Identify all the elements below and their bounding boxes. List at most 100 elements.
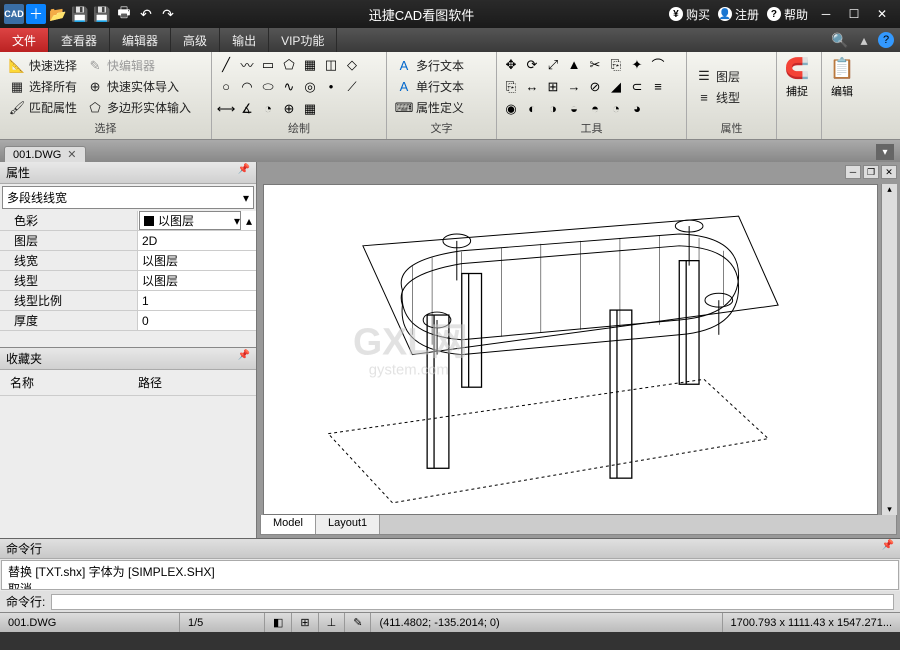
fav-col-path[interactable]: 路径 — [138, 374, 162, 391]
circle-icon[interactable]: ○ — [218, 79, 234, 95]
offset-icon[interactable]: ⎘ — [608, 57, 624, 73]
tab-file[interactable]: 文件 — [0, 28, 49, 52]
prop-lscale-value[interactable]: 1 — [138, 294, 256, 308]
snap-button[interactable]: 🧲 捕捉 — [779, 54, 815, 99]
pin-icon[interactable]: 📌 — [238, 350, 250, 367]
tool5-icon[interactable]: ◓ — [587, 101, 603, 117]
status-toggle3[interactable]: ⊥ — [319, 613, 346, 632]
prop-thick-value[interactable]: 0 — [138, 314, 256, 328]
stext-button[interactable]: A单行文本 — [393, 77, 467, 96]
poly-icon[interactable]: ⬠ — [281, 57, 297, 73]
scale-icon[interactable]: ⤢ — [545, 57, 561, 73]
tab-viewer[interactable]: 查看器 — [49, 28, 110, 52]
status-toggle4[interactable]: ✎ — [345, 613, 371, 632]
arc-icon[interactable]: ◠ — [239, 79, 255, 95]
mirror-icon[interactable]: ▲ — [566, 57, 582, 73]
hatch-icon[interactable]: ▦ — [302, 57, 318, 73]
prop-ltype-value[interactable]: 以图层 — [138, 272, 256, 289]
saveas-icon[interactable]: 💾 — [92, 4, 112, 24]
mtext-button[interactable]: A多行文本 — [393, 56, 467, 75]
prop-layer-value[interactable]: 2D — [138, 234, 256, 248]
buy-link[interactable]: ¥购买 — [669, 6, 710, 23]
quick-select-button[interactable]: 📐快速选择 — [6, 56, 80, 75]
match-props-button[interactable]: 🖌匹配属性 — [6, 98, 80, 117]
command-input[interactable] — [51, 594, 894, 610]
tab-output[interactable]: 输出 — [220, 28, 269, 52]
dim3-icon[interactable]: ◔ — [260, 101, 276, 117]
rect-icon[interactable]: ▭ — [260, 57, 276, 73]
layer-button[interactable]: ☰图层 — [693, 67, 743, 86]
polyline-icon[interactable]: 〰 — [239, 57, 255, 73]
ltype-button[interactable]: ≡线型 — [693, 88, 743, 107]
undo-icon[interactable]: ↶ — [136, 4, 156, 24]
spline-icon[interactable]: ∿ — [281, 79, 297, 95]
maximize-button[interactable]: ☐ — [844, 5, 864, 23]
chamfer-icon[interactable]: ◢ — [608, 79, 624, 95]
tab-advanced[interactable]: 高级 — [171, 28, 220, 52]
dim2-icon[interactable]: ∡ — [239, 101, 255, 117]
document-tab[interactable]: 001.DWG ✕ — [4, 146, 86, 162]
help-link[interactable]: ?帮助 — [767, 6, 808, 23]
poly-entity-input-button[interactable]: ⬠多边形实体输入 — [84, 98, 194, 117]
redo-icon[interactable]: ↷ — [158, 4, 178, 24]
move-icon[interactable]: ✥ — [503, 57, 519, 73]
trim-icon[interactable]: ✂ — [587, 57, 603, 73]
viewport-close-icon[interactable]: ✕ — [881, 165, 897, 179]
table-icon[interactable]: ▦ — [302, 101, 318, 117]
attdef-button[interactable]: ⌨属性定义 — [393, 98, 467, 117]
ribbon-toggle-icon[interactable]: ▴ — [854, 30, 874, 50]
tool4-icon[interactable]: ◒ — [566, 101, 582, 117]
status-toggle1[interactable]: ◧ — [265, 613, 292, 632]
tool3-icon[interactable]: ◑ — [545, 101, 561, 117]
dim4-icon[interactable]: ⊕ — [281, 101, 297, 117]
donut-icon[interactable]: ◎ — [302, 79, 318, 95]
open-icon[interactable]: 📂 — [48, 4, 68, 24]
array-icon[interactable]: ⊞ — [545, 79, 561, 95]
quick-entity-import-button[interactable]: ⊕快速实体导入 — [84, 77, 194, 96]
vertical-scrollbar[interactable]: ▴▾ — [881, 184, 897, 515]
viewport-max-icon[interactable]: ❐ — [863, 165, 879, 179]
line-icon[interactable]: ╱ — [218, 57, 234, 73]
rotate-icon[interactable]: ⟳ — [524, 57, 540, 73]
tab-layout1[interactable]: Layout1 — [316, 515, 380, 534]
tab-dropdown-icon[interactable]: ▾ — [876, 144, 894, 160]
quick-editor-button[interactable]: ✎快编辑器 — [84, 56, 194, 75]
status-toggle2[interactable]: ⊞ — [292, 613, 318, 632]
xline-icon[interactable]: ⟋ — [344, 79, 360, 95]
close-button[interactable]: ✕ — [872, 5, 892, 23]
selection-dropdown[interactable]: 多段线线宽▾ — [2, 186, 254, 209]
save-icon[interactable]: 💾 — [70, 4, 90, 24]
fav-col-name[interactable]: 名称 — [0, 374, 138, 391]
join-icon[interactable]: ⊂ — [629, 79, 645, 95]
prop-lweight-value[interactable]: 以图层 — [138, 252, 256, 269]
copy-icon[interactable]: ⎘ — [503, 79, 519, 95]
scroll-up-icon[interactable]: ▴ — [242, 214, 256, 228]
fillet-icon[interactable]: ⌒ — [650, 57, 666, 73]
tool7-icon[interactable]: ◕ — [629, 101, 645, 117]
tab-model[interactable]: Model — [261, 515, 316, 534]
tool2-icon[interactable]: ◐ — [524, 101, 540, 117]
select-all-button[interactable]: ▦选择所有 — [6, 77, 80, 96]
break-icon[interactable]: ⊘ — [587, 79, 603, 95]
search-icon[interactable]: 🔍 — [830, 30, 850, 50]
prop-color-value[interactable]: 以图层▾ — [139, 211, 241, 230]
boundary-icon[interactable]: ◇ — [344, 57, 360, 73]
drawing-canvas[interactable]: GXL网 gystem.com — [263, 184, 878, 515]
pin-icon[interactable]: 📌 — [882, 540, 894, 557]
close-tab-icon[interactable]: ✕ — [67, 148, 76, 161]
tab-vip[interactable]: VIP功能 — [269, 28, 337, 52]
dim1-icon[interactable]: ⟷ — [218, 101, 234, 117]
region-icon[interactable]: ◫ — [323, 57, 339, 73]
tab-editor[interactable]: 编辑器 — [110, 28, 171, 52]
extend-icon[interactable]: → — [566, 79, 582, 95]
edit-button[interactable]: 📋 编辑 — [824, 54, 860, 99]
help-icon[interactable]: ? — [878, 32, 894, 48]
point-icon[interactable]: • — [323, 79, 339, 95]
pin-icon[interactable]: 📌 — [238, 164, 250, 181]
new-icon[interactable]: ＋ — [26, 4, 46, 24]
viewport-min-icon[interactable]: ─ — [845, 165, 861, 179]
explode-icon[interactable]: ✦ — [629, 57, 645, 73]
tool6-icon[interactable]: ◔ — [608, 101, 624, 117]
tool1-icon[interactable]: ◉ — [503, 101, 519, 117]
stretch-icon[interactable]: ↔ — [524, 79, 540, 95]
